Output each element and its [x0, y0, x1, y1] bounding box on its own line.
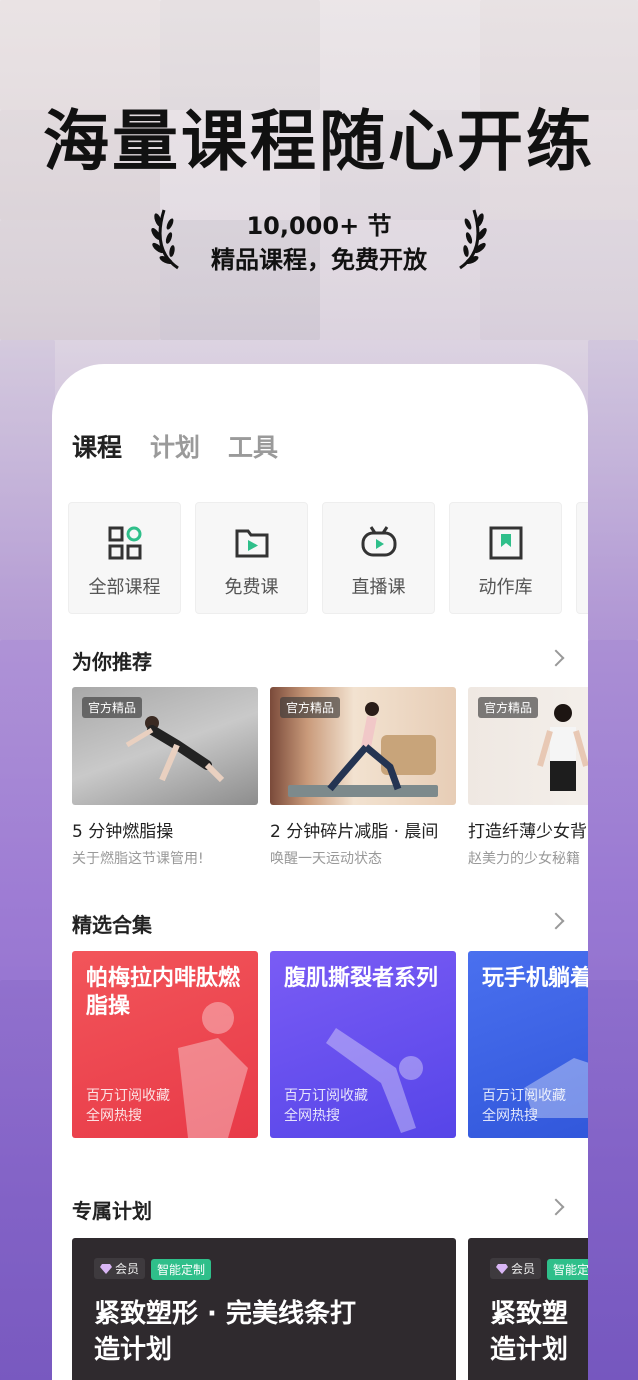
recommend-list: 官方精品 5 分钟燃脂操 关于燃脂这节课管用! 官方精品 2 分钟碎片减脂 · …: [72, 687, 588, 868]
vip-tag-label: 会员: [115, 1262, 140, 1276]
bookmark-icon: [489, 526, 522, 560]
plan-title: 紧致塑 造计划: [490, 1296, 588, 1368]
tab-tools[interactable]: 工具: [228, 428, 278, 464]
category-exercise-library[interactable]: 动作库: [449, 502, 562, 614]
collection-meta-subscribers: 百万订阅收藏: [482, 1088, 566, 1104]
course-subtitle: 关于燃脂这节课管用!: [72, 851, 204, 867]
recommend-card[interactable]: 官方精品 2 分钟碎片减脂 · 晨间 唤醒一天运动状态: [270, 687, 456, 868]
hero-title: 海量课程随心开练: [43, 103, 595, 180]
category-all-courses[interactable]: 全部课程: [68, 502, 181, 614]
vip-tag: 会员: [94, 1258, 146, 1279]
official-badge: 官方精品: [82, 697, 143, 718]
course-thumbnail: 官方精品: [72, 687, 258, 805]
plan-title-line: 紧致塑: [490, 1298, 569, 1329]
official-badge: 官方精品: [280, 697, 341, 718]
course-title: 打造纤薄少女背: [468, 822, 587, 842]
category-label: 动作库: [478, 577, 533, 598]
collection-meta-subscribers: 百万订阅收藏: [86, 1088, 170, 1104]
plan-card[interactable]: 会员 智能定制 紧致塑形 · 完美线条打 造计划: [72, 1238, 456, 1380]
course-subtitle: 赵美力的少女秘籍: [468, 851, 580, 867]
course-title: 5 分钟燃脂操: [72, 822, 174, 842]
section-title-plans: 专属计划: [72, 1199, 152, 1223]
category-find-route[interactable]: 找路: [576, 502, 588, 614]
vip-tag-label: 会员: [511, 1262, 536, 1276]
category-live[interactable]: 直播课: [322, 502, 435, 614]
collection-card[interactable]: 帕梅拉内啡肽燃脂操 百万订阅收藏 全网热搜: [72, 951, 258, 1138]
category-free[interactable]: 免费课: [195, 502, 308, 614]
plan-list: 会员 智能定制 紧致塑形 · 完美线条打 造计划 会员 智能定 紧致塑 造计划: [72, 1238, 588, 1380]
diamond-icon: [496, 1263, 508, 1274]
section-title-recommend: 为你推荐: [72, 650, 152, 674]
tv-play-icon: [361, 526, 396, 557]
collection-meta: 百万订阅收藏 全网热搜: [284, 1086, 368, 1126]
collections-more-chevron-icon[interactable]: [547, 912, 565, 930]
recommend-card[interactable]: 官方精品 5 分钟燃脂操 关于燃脂这节课管用!: [72, 687, 258, 868]
smart-custom-tag: 智能定: [547, 1258, 588, 1280]
plan-title-line: 紧致塑形 · 完美线条打: [94, 1298, 356, 1329]
category-label: 直播课: [351, 577, 406, 598]
collection-meta: 百万订阅收藏 全网热搜: [86, 1086, 170, 1126]
course-subtitle: 唤醒一天运动状态: [270, 851, 382, 867]
plan-title-line: 造计划: [490, 1334, 569, 1365]
plan-card[interactable]: 会员 智能定 紧致塑 造计划: [468, 1238, 588, 1380]
hero-subtitle: 精品课程，免费开放: [211, 246, 427, 274]
tab-plans[interactable]: 计划: [150, 428, 200, 464]
folder-play-icon: [235, 529, 268, 558]
smart-custom-tag: 智能定制: [151, 1258, 212, 1280]
plan-title: 紧致塑形 · 完美线条打 造计划: [94, 1296, 434, 1368]
plan-title-line: 造计划: [94, 1334, 173, 1365]
collection-meta-trending: 全网热搜: [86, 1108, 142, 1124]
hero-course-count: 10,000+ 节: [246, 212, 392, 240]
exercise-figure-icon: [125, 716, 225, 783]
collection-card[interactable]: 腹肌撕裂者系列 百万订阅收藏 全网热搜: [270, 951, 456, 1138]
recommend-card[interactable]: 官方精品 打造纤薄少女背 赵美力的少女秘籍: [468, 687, 588, 868]
collection-meta-subscribers: 百万订阅收藏: [284, 1088, 368, 1104]
section-title-collections: 精选合集: [72, 913, 152, 937]
category-label: 全部课程: [88, 577, 161, 598]
diamond-icon: [100, 1263, 112, 1274]
plan-tags: 会员 智能定制: [94, 1258, 434, 1280]
course-thumbnail: 官方精品: [270, 687, 456, 805]
course-thumbnail: 官方精品: [468, 687, 588, 805]
plans-more-chevron-icon[interactable]: [547, 1198, 565, 1216]
vip-tag: 会员: [490, 1258, 542, 1279]
course-title: 2 分钟碎片减脂 · 晨间: [270, 822, 439, 842]
tab-bar: 课程 计划 工具: [72, 428, 278, 464]
official-badge: 官方精品: [478, 697, 539, 718]
category-row: 全部课程 免费课 直播课 动作库: [68, 502, 588, 614]
plan-tags: 会员 智能定: [490, 1258, 588, 1280]
collection-meta-trending: 全网热搜: [482, 1108, 538, 1124]
collection-card[interactable]: 玩手机躺着系列 百万订阅收藏 全网热搜: [468, 951, 588, 1138]
category-label: 免费课: [224, 577, 279, 598]
grid-icon: [108, 526, 141, 560]
collection-list: 帕梅拉内啡肽燃脂操 百万订阅收藏 全网热搜 腹肌撕裂者系列 百万订阅收藏 全网热…: [72, 951, 588, 1138]
tab-courses[interactable]: 课程: [72, 428, 125, 464]
phone-screen: 课程 计划 工具 全部课程 免费课 直播课 动作库 为你推荐 官方精品 5 分钟…: [52, 364, 588, 1380]
recommend-more-chevron-icon[interactable]: [547, 649, 565, 667]
collection-meta-trending: 全网热搜: [284, 1108, 340, 1124]
collection-meta: 百万订阅收藏 全网热搜: [482, 1086, 566, 1126]
